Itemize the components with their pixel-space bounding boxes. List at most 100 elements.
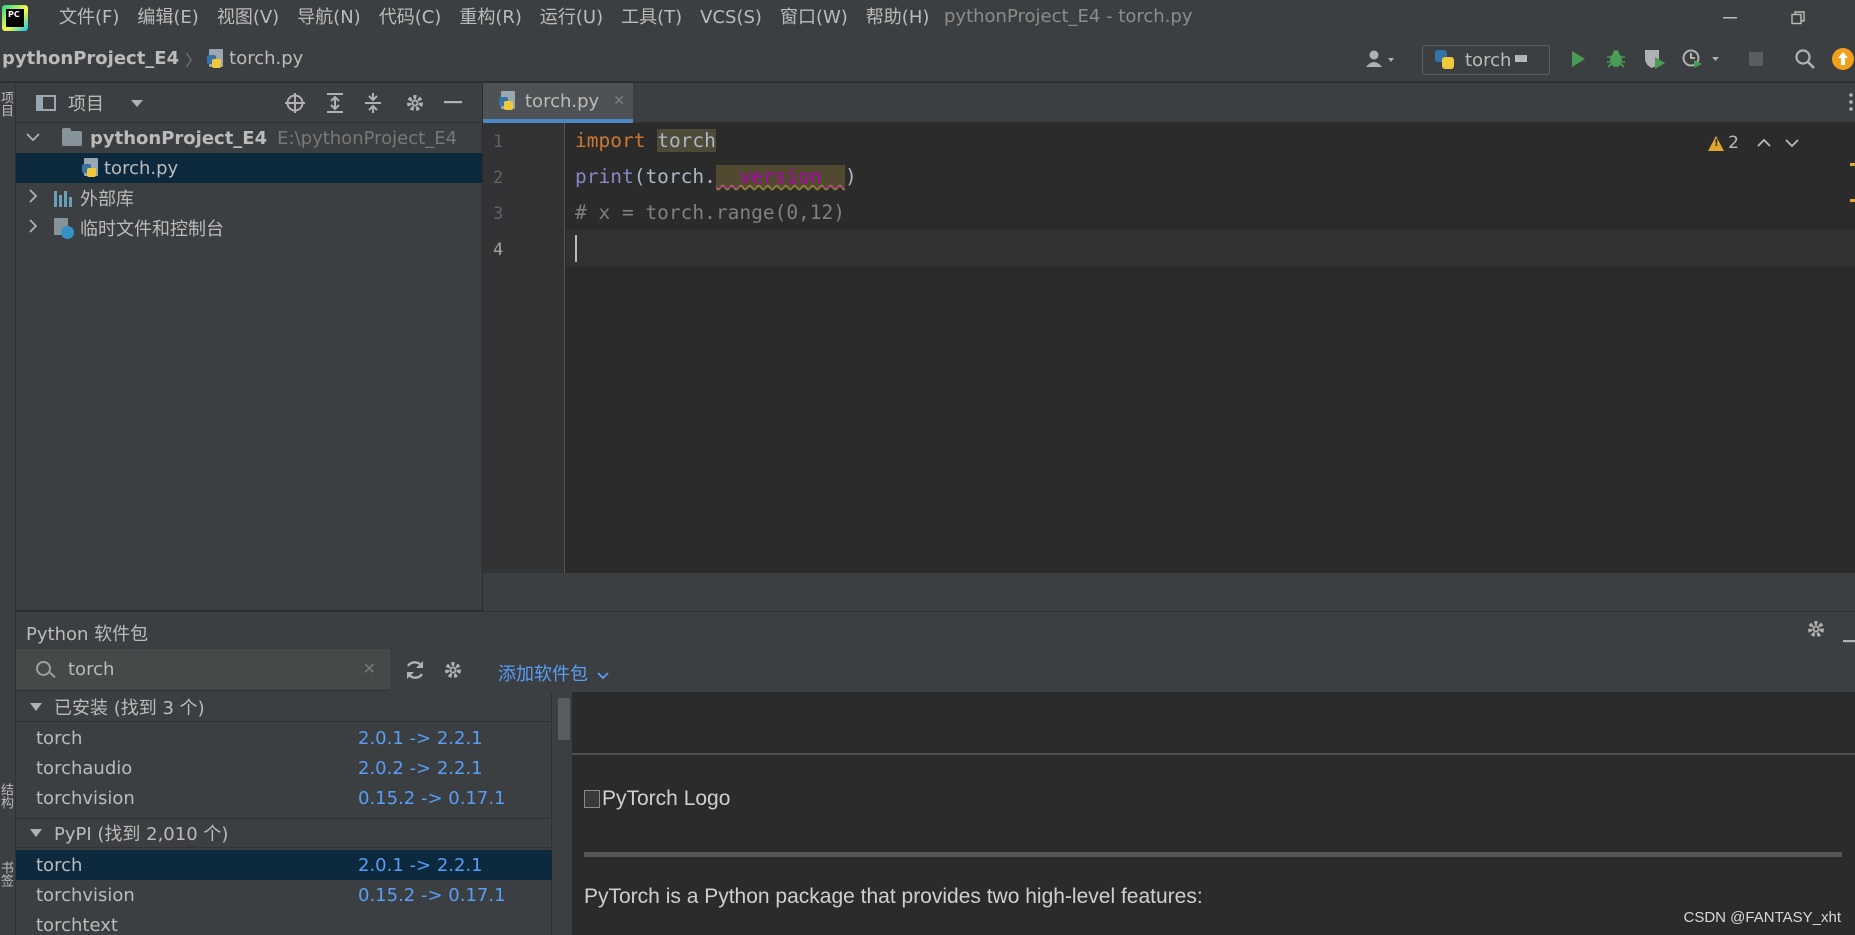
- left-tool-strip: 项目 结构 书签: [0, 83, 16, 935]
- minimize-icon: [444, 101, 462, 104]
- pycharm-logo-icon[interactable]: PC: [2, 5, 28, 31]
- structure-tool-tab[interactable]: 结构: [0, 783, 15, 809]
- package-name: torchaudio: [36, 757, 133, 779]
- search-everywhere-button[interactable]: [1792, 45, 1818, 73]
- package-row-selected[interactable]: torch 2.0.1 -> 2.2.1: [16, 850, 552, 880]
- close-icon[interactable]: ✕: [613, 93, 625, 109]
- editor-tab-torch[interactable]: torch.py ✕: [483, 83, 633, 123]
- menu-refactor[interactable]: 重构(R): [450, 0, 531, 36]
- vcs-user-button[interactable]: [1362, 45, 1402, 73]
- profile-button[interactable]: [1680, 45, 1726, 73]
- bookmarks-tool-tab[interactable]: 书签: [0, 861, 15, 887]
- menu-edit[interactable]: 编辑(E): [128, 0, 207, 36]
- menu-navigate[interactable]: 导航(N): [288, 0, 370, 36]
- pypi-group-header[interactable]: PyPI (找到 2,010 个): [16, 818, 552, 848]
- chevron-down-icon[interactable]: [1785, 138, 1799, 148]
- clear-search-icon[interactable]: ✕: [363, 659, 376, 678]
- code-line-1[interactable]: import torch: [575, 123, 716, 159]
- package-repositories-button[interactable]: [442, 659, 464, 686]
- chevron-down-icon[interactable]: [24, 130, 42, 146]
- package-version[interactable]: 0.15.2 -> 0.17.1: [358, 788, 506, 809]
- watermark: CSDN @FANTASY_xht: [1683, 909, 1842, 926]
- locate-file-button[interactable]: [282, 91, 308, 115]
- divider: [584, 852, 1842, 857]
- add-package-dropdown[interactable]: 添加软件包: [498, 660, 609, 686]
- collapse-triangle-icon: [30, 702, 42, 711]
- minimize-button[interactable]: [1700, 0, 1760, 36]
- tree-scratches-consoles[interactable]: 临时文件和控制台: [16, 213, 482, 243]
- broken-image-icon: [584, 790, 600, 808]
- menu-code[interactable]: 代码(C): [370, 0, 451, 36]
- installed-group-header[interactable]: 已安装 (找到 3 个): [16, 692, 552, 722]
- package-row[interactable]: torchvision 0.15.2 -> 0.17.1: [16, 880, 552, 910]
- package-row[interactable]: torchtext: [16, 910, 552, 935]
- packages-settings-button[interactable]: [1805, 618, 1827, 645]
- run-with-coverage-button[interactable]: [1641, 45, 1669, 73]
- hide-packages-button[interactable]: [1843, 627, 1855, 648]
- menu-run[interactable]: 运行(U): [531, 0, 612, 36]
- warning-count: 2: [1728, 133, 1739, 153]
- project-panel-title[interactable]: 项目: [68, 90, 104, 116]
- package-version[interactable]: 2.0.2 -> 2.2.1: [358, 758, 483, 779]
- error-stripe-mark[interactable]: [1850, 199, 1855, 202]
- hide-panel-button[interactable]: [440, 91, 466, 115]
- package-row[interactable]: torch 2.0.1 -> 2.2.1: [16, 723, 552, 753]
- project-settings-button[interactable]: [402, 91, 428, 115]
- tree-root-project[interactable]: pythonProject_E4 E:\pythonProject_E4: [16, 123, 482, 153]
- menu-window[interactable]: 窗口(W): [771, 0, 857, 36]
- library-icon: [54, 189, 74, 207]
- code-line-3-comment[interactable]: # x = torch.range(0,12): [575, 195, 845, 231]
- tree-external-libraries[interactable]: 外部库: [16, 183, 482, 213]
- editor-tab-label: torch.py: [525, 90, 600, 112]
- run-button[interactable]: [1565, 45, 1591, 73]
- code-editor[interactable]: 1 2 3 4 import torch print(torch.__versi…: [483, 123, 1855, 573]
- python-packages-window: Python 软件包 torch ✕ 添加软件包 已安装 (找到 3 个) to…: [16, 611, 1855, 935]
- collapse-all-button[interactable]: [360, 91, 386, 115]
- package-list-scrollbar[interactable]: [558, 698, 570, 740]
- breadcrumb-file[interactable]: torch.py: [229, 48, 303, 69]
- inspection-widget[interactable]: 2: [1708, 133, 1799, 153]
- menu-help[interactable]: 帮助(H): [857, 0, 939, 36]
- editor-tab-bar: torch.py ✕: [483, 83, 1855, 123]
- updates-button[interactable]: [1830, 45, 1855, 73]
- error-stripe-mark[interactable]: [1850, 163, 1855, 166]
- restore-button[interactable]: [1768, 0, 1828, 36]
- menu-tools[interactable]: 工具(T): [612, 0, 691, 36]
- package-search-value[interactable]: torch: [68, 659, 114, 680]
- menu-file[interactable]: 文件(F): [50, 0, 128, 36]
- line-number-gutter: 1 2 3 4: [483, 123, 565, 573]
- package-description: PyTorch is a Python package that provide…: [584, 885, 1203, 908]
- add-package-label: 添加软件包: [498, 664, 588, 685]
- gear-icon: [407, 95, 423, 111]
- project-tool-tab[interactable]: 项目: [0, 91, 15, 117]
- code-line-2[interactable]: print(torch.__version__): [575, 159, 857, 195]
- external-libraries-label: 外部库: [80, 189, 134, 210]
- debug-button[interactable]: [1603, 45, 1629, 73]
- chevron-right-icon[interactable]: [24, 189, 42, 207]
- package-details-pane: PyTorch Logo PyTorch is a Python package…: [572, 692, 1855, 935]
- menu-view[interactable]: 视图(V): [208, 0, 288, 36]
- package-version[interactable]: 0.15.2 -> 0.17.1: [358, 885, 506, 906]
- package-row[interactable]: torchvision 0.15.2 -> 0.17.1: [16, 783, 552, 813]
- expand-all-button[interactable]: [322, 91, 348, 115]
- chevron-right-icon[interactable]: [24, 219, 42, 237]
- project-panel-header: 项目: [16, 83, 482, 123]
- refresh-icon: [406, 661, 424, 679]
- menu-vcs[interactable]: VCS(S): [691, 0, 771, 36]
- chevron-up-icon[interactable]: [1757, 138, 1771, 148]
- module-name: torch: [657, 129, 716, 152]
- package-search-field[interactable]: torch ✕: [16, 649, 390, 691]
- run-configuration-select[interactable]: torch: [1422, 45, 1550, 75]
- stop-button[interactable]: [1744, 45, 1768, 73]
- chevron-down-icon[interactable]: [130, 98, 144, 108]
- dunder-version: __version__: [715, 165, 846, 188]
- line-number: 3: [493, 204, 504, 224]
- package-version[interactable]: 2.0.1 -> 2.2.1: [358, 855, 483, 876]
- more-options-icon[interactable]: [1849, 92, 1855, 117]
- breadcrumb-project[interactable]: pythonProject_E4: [2, 48, 179, 69]
- tree-file-torch[interactable]: torch.py: [16, 153, 482, 183]
- package-name: torchtext: [36, 914, 118, 935]
- refresh-packages-button[interactable]: [404, 659, 426, 686]
- package-row[interactable]: torchaudio 2.0.2 -> 2.2.1: [16, 753, 552, 783]
- package-version[interactable]: 2.0.1 -> 2.2.1: [358, 728, 483, 749]
